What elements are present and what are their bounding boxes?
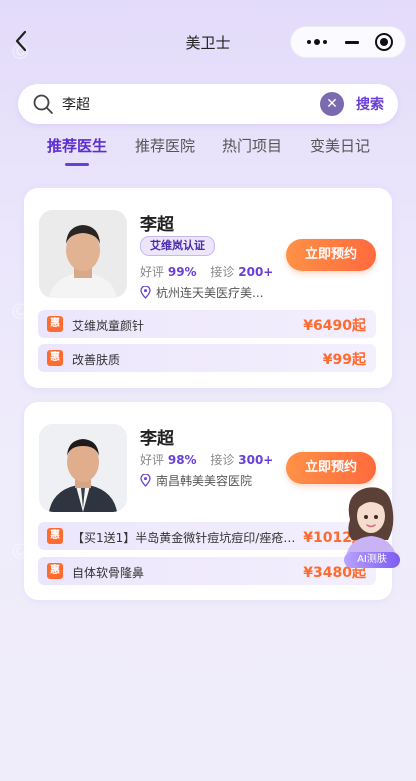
- top-bar: 美卫士: [0, 0, 416, 86]
- ai-assistant-label: AI测肤: [344, 552, 400, 568]
- service-item[interactable]: 惠 艾维岚童颜针 ¥6490起: [38, 310, 376, 338]
- doctor-name: 李超: [140, 429, 174, 449]
- tab-recommended-doctors[interactable]: 推荐医生: [47, 135, 107, 156]
- service-price: ¥99起: [322, 352, 366, 368]
- mini-program-capsule: [290, 26, 406, 58]
- service-item[interactable]: 惠 【买1送1】半岛黄金微针痘坑痘印/痤疮/... ¥1012起: [38, 522, 376, 550]
- visits-label: 接诊: [210, 265, 235, 279]
- tab-hot-projects[interactable]: 热门项目: [222, 135, 282, 156]
- rating-label: 好评: [140, 265, 165, 279]
- tab-recommended-hospitals[interactable]: 推荐医院: [135, 135, 195, 156]
- discount-badge: 惠: [47, 350, 63, 366]
- category-tabs: 推荐医生 推荐医院 热门项目 变美日记: [0, 135, 416, 169]
- certification-badge: 艾维岚认证: [140, 236, 215, 256]
- rating-value: 98%: [167, 453, 197, 467]
- doctor-avatar: [39, 210, 127, 298]
- hospital-name: 南昌韩美美容医院: [156, 474, 253, 488]
- tab-beauty-diary[interactable]: 变美日记: [310, 135, 370, 156]
- doctor-stats: 好评 99% 接诊 200+: [140, 263, 273, 280]
- search-icon: [32, 93, 54, 115]
- doctor-name: 李超: [140, 215, 174, 235]
- doctor-card[interactable]: 李超 艾维岚认证 好评 99% 接诊 200+ 杭州连天美医疗美... 立即预约…: [24, 188, 392, 388]
- service-item[interactable]: 惠 改善肤质 ¥99起: [38, 344, 376, 372]
- service-price: ¥6490起: [303, 318, 366, 334]
- location-pin-icon: [140, 473, 151, 487]
- discount-badge: 惠: [47, 316, 63, 332]
- minimize-icon[interactable]: [341, 31, 363, 53]
- service-name: 艾维岚童颜针: [72, 319, 145, 333]
- clear-icon[interactable]: ✕: [320, 92, 344, 116]
- visits-value: 200+: [238, 265, 274, 279]
- service-name: 【买1送1】半岛黄金微针痘坑痘印/痤疮/...: [72, 531, 298, 545]
- hospital-name: 杭州连天美医疗美...: [156, 286, 264, 300]
- search-button[interactable]: 搜索: [356, 94, 384, 114]
- book-now-button[interactable]: 立即预约: [286, 239, 376, 271]
- more-icon[interactable]: [303, 31, 331, 53]
- discount-badge: 惠: [47, 563, 63, 579]
- rating-value: 99%: [167, 265, 197, 279]
- service-name: 自体软骨隆鼻: [72, 566, 145, 580]
- search-bar: 李超 ✕ 搜索: [18, 84, 398, 124]
- ai-assistant-avatar-icon: [346, 487, 396, 556]
- active-tab-indicator: [65, 163, 89, 166]
- hospital-location[interactable]: 南昌韩美美容医院: [140, 472, 252, 489]
- discount-badge: 惠: [47, 528, 63, 544]
- doctor-stats: 好评 98% 接诊 300+: [140, 451, 273, 468]
- search-input[interactable]: 李超: [62, 94, 90, 114]
- location-pin-icon: [140, 285, 151, 299]
- service-name: 改善肤质: [72, 353, 121, 367]
- rating-label: 好评: [140, 453, 165, 467]
- service-item[interactable]: 惠 自体软骨隆鼻 ¥3480起: [38, 557, 376, 585]
- ai-skin-test-button[interactable]: AI测肤: [336, 480, 406, 572]
- visits-value: 300+: [238, 453, 274, 467]
- doctor-avatar: [39, 424, 127, 512]
- visits-label: 接诊: [210, 453, 235, 467]
- close-icon[interactable]: [375, 33, 393, 51]
- hospital-location[interactable]: 杭州连天美医疗美...: [140, 284, 263, 301]
